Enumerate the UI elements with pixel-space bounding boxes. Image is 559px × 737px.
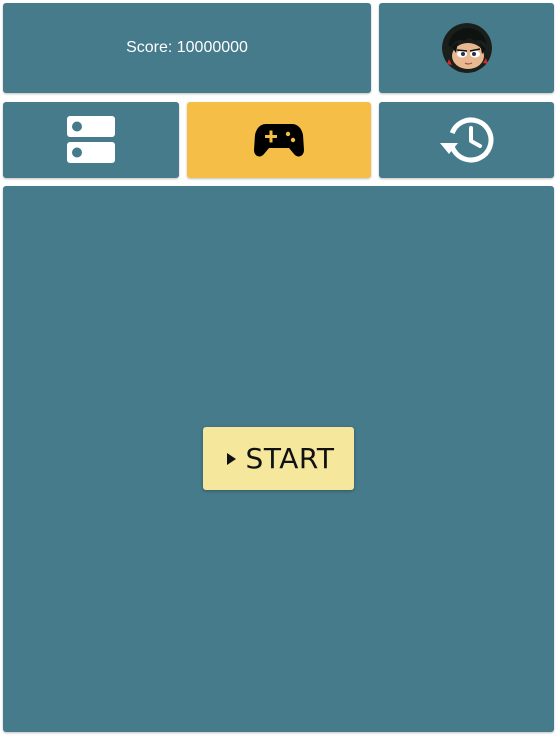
profile-button[interactable] xyxy=(379,3,554,93)
score-panel: Score: 10000000 xyxy=(3,3,371,93)
tab-servers[interactable] xyxy=(3,102,179,178)
avatar[interactable] xyxy=(441,23,492,73)
start-button[interactable]: START xyxy=(203,427,354,490)
main-panel: START xyxy=(3,186,554,732)
score-text: Score: 10000000 xyxy=(126,39,248,56)
gamepad-icon xyxy=(254,124,304,157)
server-list-icon xyxy=(67,116,115,163)
start-label: START xyxy=(245,442,335,475)
play-icon xyxy=(226,452,236,465)
tab-game[interactable] xyxy=(187,102,371,178)
history-icon xyxy=(439,117,493,163)
tab-history[interactable] xyxy=(379,102,554,178)
